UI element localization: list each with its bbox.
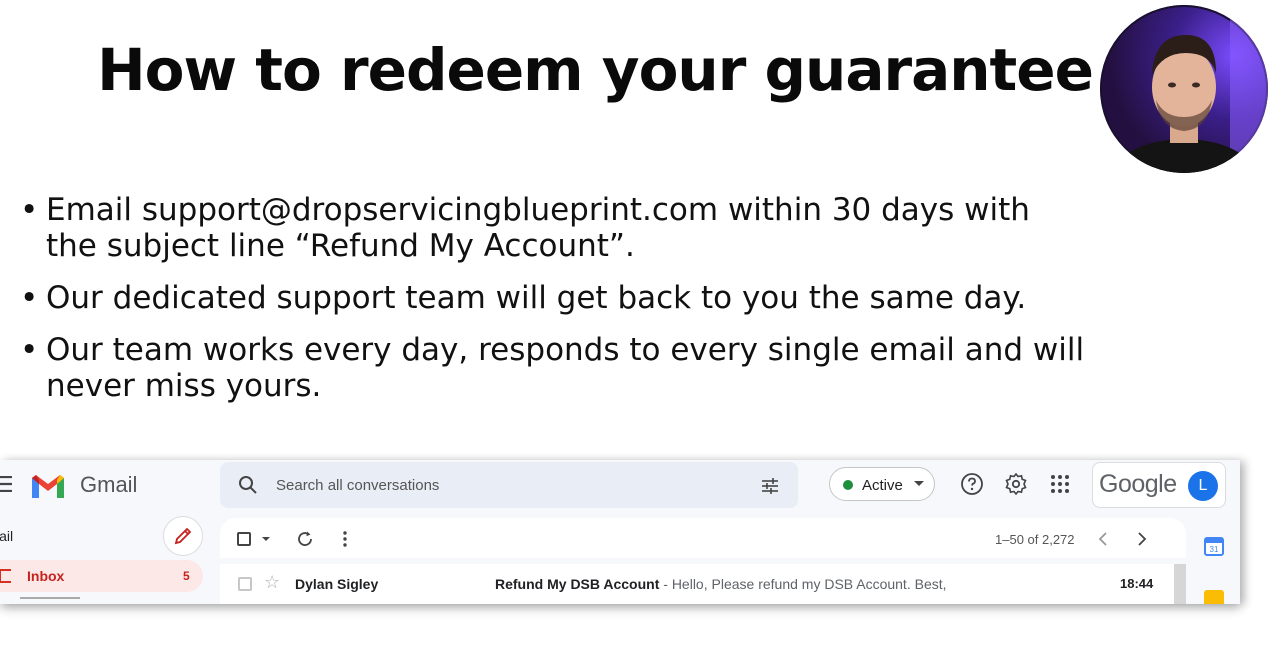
sidebar-item-inbox[interactable]: Inbox 5 xyxy=(0,560,203,592)
gmail-screenshot: ☰ Gmail Search all conversations Active xyxy=(0,460,1240,604)
search-input[interactable]: Search all conversations xyxy=(276,477,439,494)
gmail-wordmark: Gmail xyxy=(80,472,138,497)
tune-icon[interactable] xyxy=(760,476,780,496)
gear-icon[interactable] xyxy=(1004,472,1028,496)
search-bar[interactable]: Search all conversations xyxy=(220,462,798,508)
scrollbar[interactable] xyxy=(1174,564,1186,604)
bullet-text: Our dedicated support team will get back… xyxy=(46,280,1027,316)
status-dot xyxy=(843,480,853,490)
bullet-text: Email support@dropservicingblueprint.com… xyxy=(46,192,1030,228)
help-icon[interactable] xyxy=(960,472,984,496)
hamburger-icon[interactable]: ☰ xyxy=(0,473,14,498)
status-dropdown[interactable]: Active xyxy=(829,467,935,501)
mail-toolbar: 1–50 of 2,272 xyxy=(220,518,1186,558)
chevron-right-icon[interactable] xyxy=(1135,530,1149,548)
slide-title: How to redeem your guarantee xyxy=(97,36,1094,104)
status-label: Active xyxy=(862,477,903,494)
presenter-webcam xyxy=(1100,5,1268,173)
bullet-text-cont: never miss yours. xyxy=(46,368,322,404)
bullet-item: • Our dedicated support team will get ba… xyxy=(18,280,1218,316)
select-dropdown-icon[interactable] xyxy=(262,537,270,541)
bullet-text: Our team works every day, responds to ev… xyxy=(46,332,1085,368)
caret-down-icon xyxy=(914,481,924,486)
apps-grid-icon[interactable] xyxy=(1048,472,1072,496)
google-wordmark: Google xyxy=(1099,470,1177,498)
select-all-checkbox[interactable] xyxy=(237,532,251,546)
email-subject: Refund My DSB Account xyxy=(495,576,660,592)
chevron-left-icon[interactable] xyxy=(1096,530,1110,548)
sidebar-item-label: Inbox xyxy=(27,568,65,584)
sidebar-item-partial[interactable] xyxy=(20,597,80,604)
side-panel-rail: 31 xyxy=(1186,518,1240,604)
bullet-dot: • xyxy=(20,192,39,228)
pencil-icon xyxy=(174,527,192,545)
sidebar-section-label: lail xyxy=(0,528,14,544)
row-checkbox[interactable] xyxy=(238,577,252,591)
calendar-icon[interactable]: 31 xyxy=(1204,536,1224,556)
gmail-logo-icon xyxy=(32,475,64,498)
email-subject-line: Refund My DSB Account - Hello, Please re… xyxy=(495,576,947,592)
pagination-text: 1–50 of 2,272 xyxy=(995,532,1075,547)
email-time: 18:44 xyxy=(1120,576,1154,591)
email-sender: Dylan Sigley xyxy=(295,576,379,592)
bullet-item: • Email support@dropservicingblueprint.c… xyxy=(18,192,1218,264)
inbox-icon xyxy=(0,569,11,583)
keep-icon[interactable] xyxy=(1204,590,1224,604)
bullet-dot: • xyxy=(20,332,39,368)
bullet-list: • Email support@dropservicingblueprint.c… xyxy=(18,192,1218,420)
user-avatar[interactable]: L xyxy=(1188,471,1218,501)
svg-text:31: 31 xyxy=(1210,545,1219,554)
refresh-icon[interactable] xyxy=(296,530,314,548)
google-account-box[interactable]: Google L xyxy=(1092,462,1226,508)
bullet-dot: • xyxy=(20,280,39,316)
more-vert-icon[interactable] xyxy=(340,530,350,548)
email-snippet: - Hello, Please refund my DSB Account. B… xyxy=(659,576,947,592)
unread-count: 5 xyxy=(183,569,190,583)
bullet-text-cont: the subject line “Refund My Account”. xyxy=(46,228,635,264)
compose-button[interactable] xyxy=(163,516,203,556)
star-icon[interactable]: ☆ xyxy=(264,572,280,593)
email-row[interactable]: ☆ Dylan Sigley Refund My DSB Account - H… xyxy=(220,564,1186,604)
bullet-item: • Our team works every day, responds to … xyxy=(18,332,1218,404)
search-icon[interactable] xyxy=(238,475,258,495)
